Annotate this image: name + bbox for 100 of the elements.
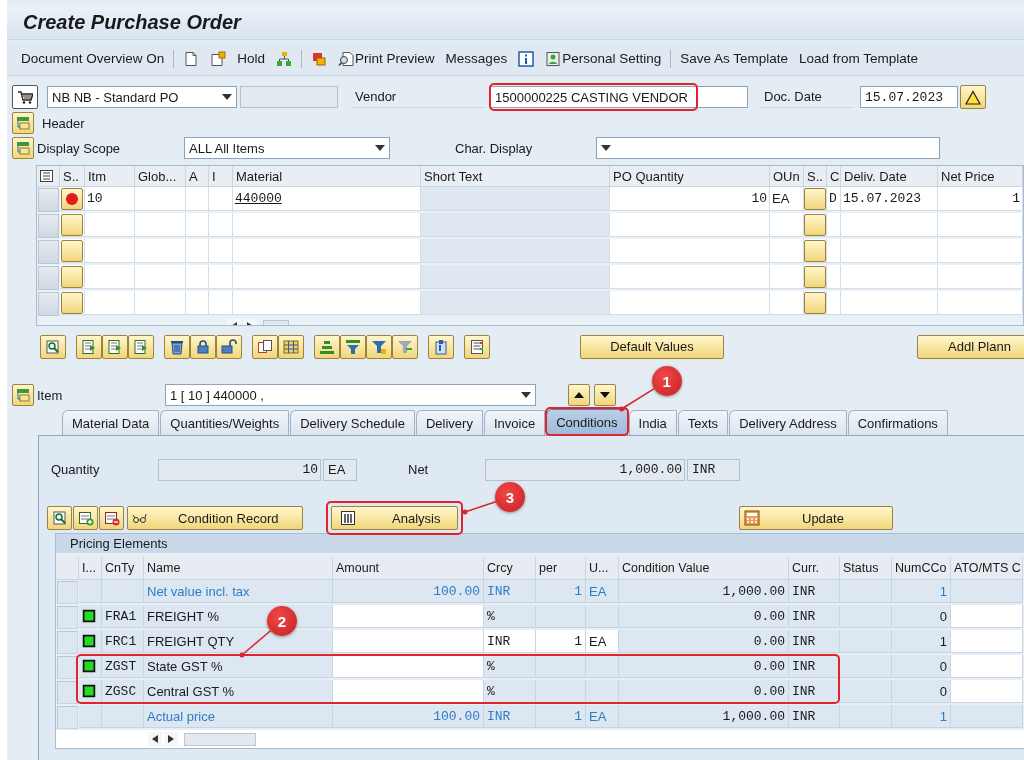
date-field[interactable]: 15.07.2023 [860, 86, 958, 108]
action-button[interactable]: Condition Record [127, 506, 303, 530]
funnel-button[interactable] [366, 334, 392, 359]
toolbar-icon-button[interactable] [516, 48, 537, 69]
toolbar-icon-button[interactable] [208, 48, 229, 69]
page-arrow-button[interactable] [128, 334, 154, 359]
funnel-button[interactable] [392, 334, 418, 359]
toolbar-button[interactable]: Document Overview On [19, 49, 167, 68]
item-toggle-button[interactable] [12, 384, 34, 406]
column-header: U... [586, 557, 619, 580]
row-selector[interactable] [57, 681, 78, 704]
toolbar-button[interactable]: Personal Setting [543, 48, 664, 69]
status-button[interactable] [804, 213, 826, 236]
table-cell [135, 213, 186, 237]
dropdown-field[interactable]: ALL All Items [184, 137, 390, 159]
status-button[interactable] [804, 187, 826, 210]
next-item-button[interactable] [594, 384, 616, 406]
tab[interactable]: Quantities/Weights [160, 410, 290, 435]
scroll-left-button[interactable] [148, 732, 162, 746]
grid-button[interactable] [278, 334, 304, 359]
table-cell: 1 [536, 705, 586, 728]
toolbar-button[interactable]: Load from Template [797, 49, 921, 68]
funnel-button[interactable] [340, 334, 366, 359]
page-arrow-button[interactable] [102, 334, 128, 359]
previous-item-button[interactable] [568, 384, 590, 406]
tab[interactable]: India [628, 410, 677, 435]
warning-button[interactable] [960, 85, 986, 109]
magnifier-icon [51, 510, 68, 526]
action-button[interactable]: Analysis [331, 506, 458, 530]
folder-tree-icon [15, 140, 31, 156]
table-settings-icon [40, 170, 53, 182]
page-arrow-button[interactable] [76, 334, 102, 359]
unit-field: EA [323, 458, 357, 481]
lock-button[interactable] [190, 334, 216, 359]
column-header: Crcy [484, 557, 536, 580]
toolbar-button[interactable]: Messages [443, 49, 510, 68]
tab[interactable]: Delivery [415, 410, 483, 435]
tab[interactable]: Confirmations [847, 410, 948, 435]
magnifier-button[interactable] [47, 506, 72, 530]
scrollbar-thumb[interactable] [184, 732, 256, 746]
table-cell [135, 187, 186, 211]
table-cell [209, 265, 233, 289]
toolbar-button[interactable]: Hold [235, 49, 268, 68]
magnifier-button[interactable] [40, 334, 66, 359]
table-cell: INR [484, 705, 536, 728]
table-cell: % [484, 655, 536, 678]
table-cell: INR [789, 580, 840, 603]
add-row-button[interactable] [73, 506, 98, 530]
hierarchy-icon [276, 50, 293, 67]
add-row-icon [77, 510, 94, 526]
action-button[interactable]: Default Values [580, 334, 724, 359]
toolbar-button[interactable]: Print Preview [336, 48, 437, 69]
table-cell: 1,000.00 [619, 580, 789, 603]
stack-button[interactable] [314, 334, 340, 359]
scroll-right-button[interactable] [164, 732, 178, 746]
input-field[interactable] [240, 86, 338, 108]
copy-button[interactable] [252, 334, 278, 359]
list-icon [469, 338, 485, 355]
scope-toggle-button[interactable] [12, 137, 34, 159]
table-cell [536, 680, 586, 703]
action-button[interactable]: Addl Plann [917, 334, 1024, 359]
tab[interactable]: Invoice [483, 410, 546, 435]
table-cell: 0.00 [619, 680, 789, 703]
action-button[interactable]: Update [739, 506, 893, 530]
status-button[interactable] [804, 239, 826, 262]
header-toggle-button[interactable] [12, 112, 34, 134]
section-label: Header [41, 114, 85, 133]
table-cell [840, 580, 892, 603]
table-cell [135, 291, 186, 315]
row-selector[interactable] [57, 656, 78, 679]
table-cell [135, 265, 186, 289]
table-cell: Central GST % [144, 680, 333, 703]
table-cell: 440000 [233, 187, 421, 211]
table-cell [536, 655, 586, 678]
delete-row-button[interactable] [99, 506, 124, 530]
tab[interactable]: Delivery Schedule [290, 410, 415, 435]
vendor-field[interactable]: 1500000225 CASTING VENDOR [490, 86, 748, 108]
trash-button[interactable] [164, 334, 190, 359]
cart-button[interactable] [12, 85, 38, 109]
list-button[interactable] [464, 334, 490, 359]
down-triangle-icon [600, 392, 610, 398]
tab[interactable]: Material Data [62, 410, 160, 435]
tab[interactable]: Delivery Address [729, 410, 847, 435]
table-cell [586, 680, 619, 703]
unlock-button[interactable] [216, 334, 242, 359]
status-button[interactable] [804, 265, 826, 288]
stamp-icon [311, 50, 328, 67]
toolbar-button[interactable]: Save As Template [678, 49, 791, 68]
column-header: S.. [60, 166, 85, 187]
clipboard-button[interactable] [428, 334, 454, 359]
dropdown-field[interactable] [596, 137, 940, 159]
delete-row-icon [103, 510, 120, 526]
status-button[interactable] [804, 291, 826, 314]
tab[interactable]: Texts [677, 410, 729, 435]
dropdown-field[interactable]: 1 [ 10 ] 440000 , [165, 384, 536, 406]
table-cell: 1 [938, 187, 1023, 211]
dropdown-field[interactable]: NB NB - Standard PO [47, 86, 237, 108]
tab[interactable]: Conditions [546, 409, 628, 435]
field-label: Doc. Date [761, 86, 853, 108]
column-header: NumCCo [892, 557, 951, 580]
